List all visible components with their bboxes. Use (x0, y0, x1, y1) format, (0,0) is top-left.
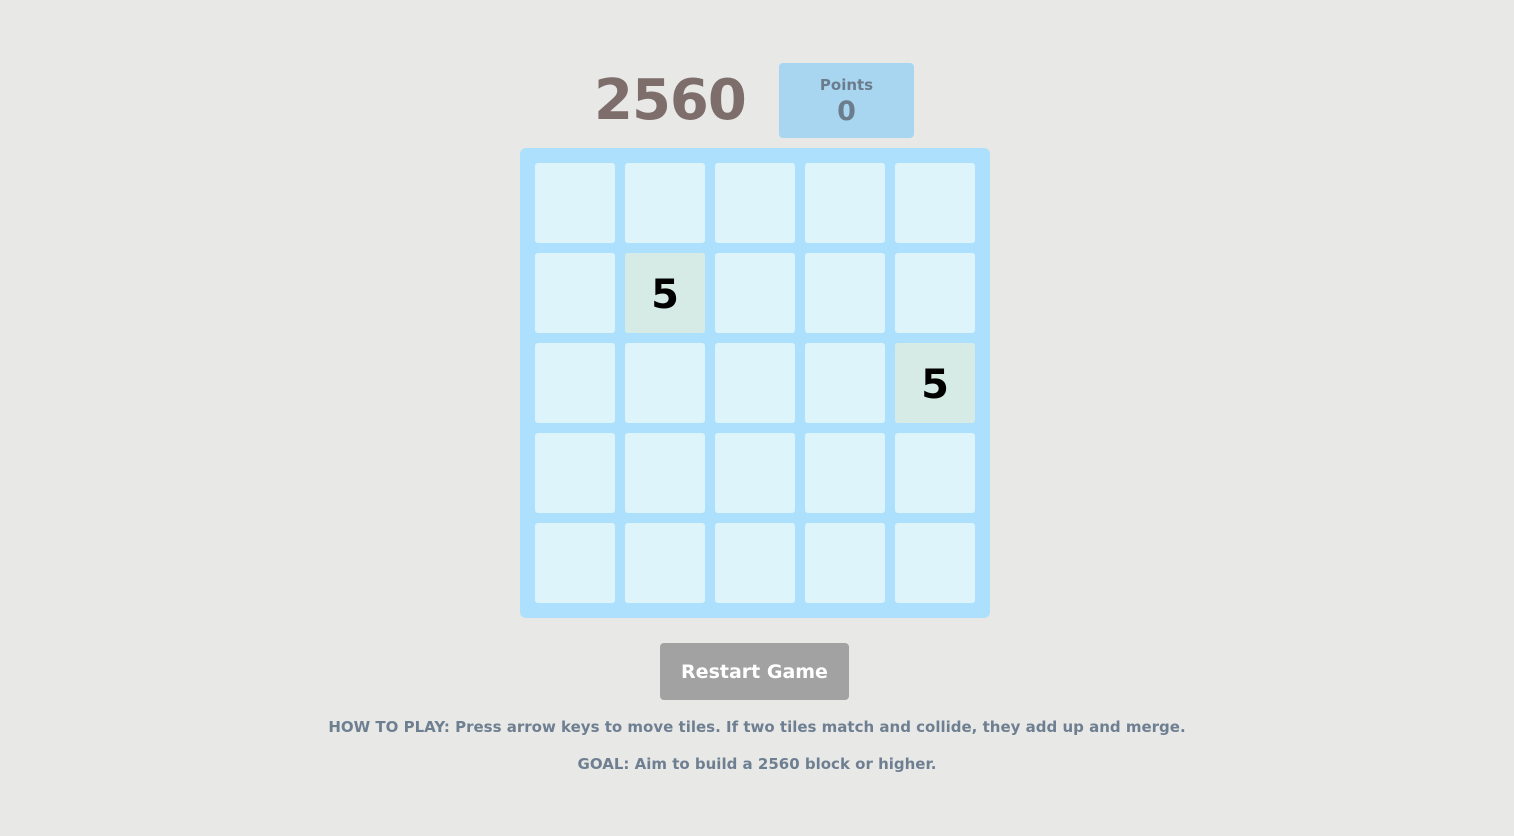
how-to-play-text: HOW TO PLAY: Press arrow keys to move ti… (328, 718, 1186, 736)
grid-cell (805, 523, 885, 603)
grid-cell (625, 433, 705, 513)
grid-cell (625, 163, 705, 243)
grid-cell (715, 253, 795, 333)
grid-cell (535, 523, 615, 603)
score-value: 0 (837, 96, 856, 127)
score-box: Points 0 (779, 63, 914, 138)
grid-cell (715, 523, 795, 603)
tile: 5 (625, 253, 705, 333)
grid-cell (715, 163, 795, 243)
grid-cell (535, 163, 615, 243)
tile: 5 (895, 343, 975, 423)
grid-cell (535, 253, 615, 333)
restart-button[interactable]: Restart Game (660, 643, 849, 700)
grid-cell (805, 343, 885, 423)
grid-cell (715, 433, 795, 513)
goal-text: GOAL: Aim to build a 2560 block or highe… (577, 755, 937, 773)
game-title: 2560 (594, 68, 747, 133)
grid-cell (625, 523, 705, 603)
grid-cell (805, 253, 885, 333)
grid-cell (715, 343, 795, 423)
grid-cell (535, 343, 615, 423)
grid-cell (805, 433, 885, 513)
grid-cell (895, 163, 975, 243)
grid-cell (895, 433, 975, 513)
grid-cell (535, 433, 615, 513)
grid-cell (625, 343, 705, 423)
grid-cell (895, 523, 975, 603)
grid-cell (895, 253, 975, 333)
game-board[interactable]: 55 (520, 148, 990, 618)
grid-cell (805, 163, 885, 243)
score-label: Points (819, 76, 874, 94)
